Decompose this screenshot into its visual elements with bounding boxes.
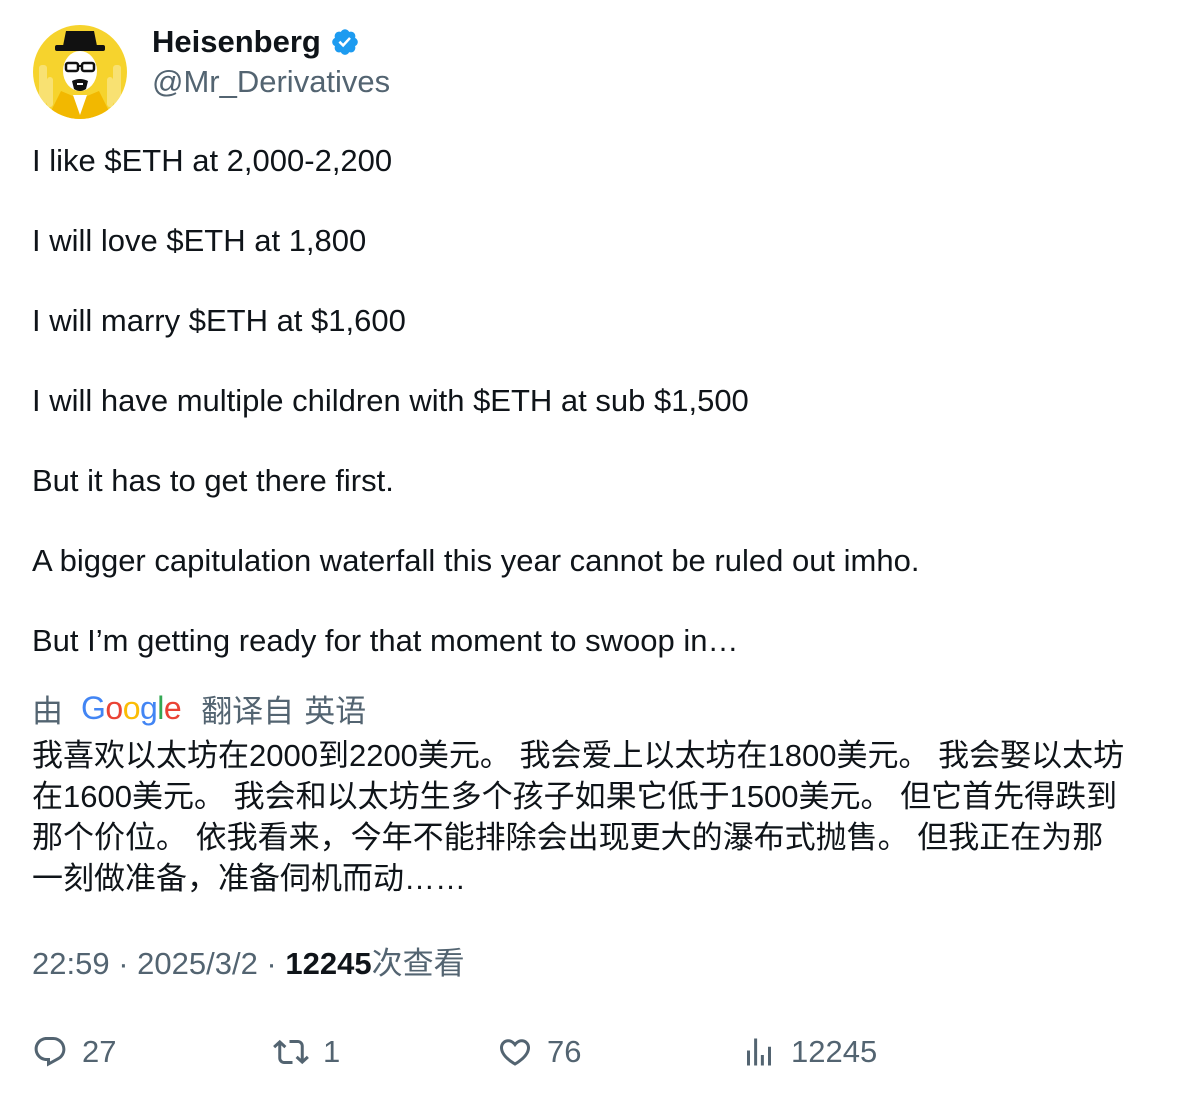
tweet-line: I will love $ETH at 1,800 (32, 223, 367, 258)
views-button[interactable]: 12245 (741, 1030, 877, 1074)
tweet-text: I like $ETH at 2,000-2,200 I will love $… (32, 141, 1172, 661)
tweet-line: I will marry $ETH at $1,600 (32, 303, 406, 338)
reply-icon (34, 1037, 66, 1067)
retweet-icon (273, 1039, 309, 1065)
bar-chart-icon (747, 1038, 771, 1066)
translation-attribution[interactable]: 由 Google 翻译自 英语 (32, 686, 366, 730)
google-logo-icon: Google (81, 689, 182, 726)
translated-line: 一刻做准备，准备伺机而动…… (32, 861, 466, 896)
translated-text: 我喜欢以太坊在2000到2200美元。 我会爱上以太坊在1800美元。 我会娶以… (32, 735, 1172, 899)
translation-by-label: 由 (32, 693, 63, 729)
author-handle[interactable]: @Mr_Derivatives (152, 62, 390, 102)
translation-language: 英语 (304, 693, 367, 729)
tweet-date[interactable]: 2025/3/2 (137, 946, 258, 981)
like-count: 76 (547, 1034, 582, 1069)
views-action-count: 12245 (791, 1034, 878, 1069)
tweet-meta: 22:59 · 2025/3/2 · 12245次查看 (32, 944, 465, 984)
reply-button[interactable]: 27 (32, 1030, 116, 1074)
author-name[interactable]: Heisenberg (152, 22, 360, 62)
tweet-line: But I’m getting ready for that moment to… (32, 623, 739, 658)
verified-badge-icon[interactable] (330, 27, 360, 57)
like-button[interactable]: 76 (497, 1030, 581, 1074)
action-bar: 27 1 76 12245 (0, 1030, 1196, 1074)
heisenberg-avatar-image (33, 25, 127, 119)
heart-icon (499, 1039, 531, 1066)
tweet-line: A bigger capitulation waterfall this yea… (32, 543, 920, 578)
meta-separator: · (109, 946, 138, 981)
views-suffix: 次查看 (371, 946, 465, 981)
reply-count: 27 (82, 1034, 117, 1069)
translated-line: 在1600美元。 我会和以太坊生多个孩子如果它低于1500美元。 但它首先得跌到 (32, 779, 1118, 814)
tweet-line: I like $ETH at 2,000-2,200 (32, 143, 393, 178)
avatar[interactable] (33, 25, 127, 119)
author-display-name: Heisenberg (152, 24, 321, 59)
views-count: 12245 (285, 946, 372, 981)
translated-line: 我喜欢以太坊在2000到2200美元。 我会爱上以太坊在1800美元。 我会娶以… (32, 738, 1125, 773)
retweet-count: 1 (323, 1034, 341, 1069)
meta-separator: · (257, 946, 286, 981)
retweet-button[interactable]: 1 (273, 1030, 340, 1074)
translated-line: 那个价位。 依我看来，今年不能排除会出现更大的瀑布式抛售。 但我正在为那 (32, 820, 1104, 855)
tweet-time[interactable]: 22:59 (32, 946, 110, 981)
tweet-line: But it has to get there first. (32, 463, 394, 498)
tweet-line: I will have multiple children with $ETH … (32, 383, 749, 418)
translation-from-label: 翻译自 (201, 693, 295, 729)
